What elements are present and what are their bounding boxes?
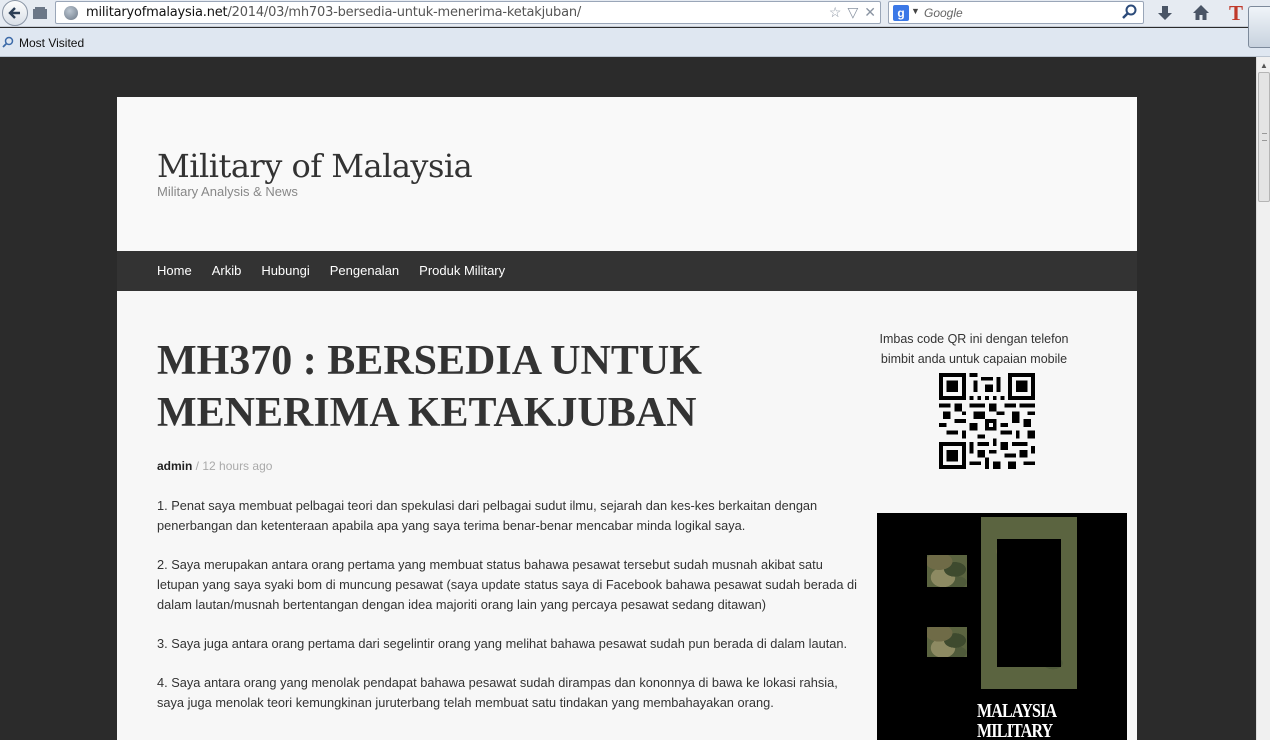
post-body: 1. Penat saya membuat pelbagai teori dan… [157,496,857,732]
site-tagline: Military Analysis & News [157,184,298,199]
camo-square-top-icon [927,555,967,587]
search-engine-icon[interactable]: g [893,5,909,21]
window-thumbnail-icon[interactable] [1248,6,1270,48]
extension-t-icon[interactable]: T [1229,1,1243,26]
camo-square-bottom-icon [927,627,967,657]
bookmark-star-icon[interactable]: ☆ [829,4,842,21]
home-icon[interactable] [1191,3,1211,23]
nav-arkib[interactable]: Arkib [212,251,242,291]
scroll-up-icon[interactable]: ▲ [1260,61,1268,70]
meta-separator: / [192,459,203,473]
nav-home[interactable]: Home [157,251,192,291]
post-paragraph: 3. Saya juga antara orang pertama dari s… [157,636,848,651]
post-meta: admin / 12 hours ago [157,459,272,473]
tab-groups-icon[interactable] [32,6,48,20]
bookmark-most-visited[interactable]: Most Visited [19,36,84,50]
post-paragraph: 2. Saya merupakan antara orang pertama y… [157,557,858,612]
search-icon[interactable] [1122,4,1138,20]
search-engine-dropdown-icon[interactable]: ▼ [911,6,920,16]
back-arrow-icon [8,7,20,19]
qr-code-icon [939,373,1035,469]
post-author[interactable]: admin [157,459,192,473]
stop-icon[interactable]: ✕ [864,4,876,21]
page-container: Military of Malaysia Military Analysis &… [117,97,1137,740]
bookmarks-bar: Most Visited [0,28,1270,57]
nav-hubungi[interactable]: Hubungi [261,251,309,291]
nav-produk-military[interactable]: Produk Military [419,251,505,291]
back-button[interactable] [2,0,28,26]
site-identity-icon[interactable] [64,6,78,20]
page-scrollbar[interactable]: ▲ [1256,57,1270,740]
search-bar[interactable]: g ▼ Google [888,1,1144,24]
sidebar: Imbas code QR ini dengan telefon bimbit … [877,329,1127,740]
downloads-icon[interactable] [1155,3,1175,23]
qr-caption: Imbas code QR ini dengan telefon bimbit … [879,332,1069,366]
most-visited-icon [2,36,14,48]
scroll-thumb[interactable] [1258,72,1270,202]
browser-toolbar: militaryofmalaysia.net/2014/03/mh703-ber… [0,0,1270,27]
post-title[interactable]: MH370 : BERSEDIA UNTUK MENERIMA KETAKJUB… [157,335,797,439]
post-time: 12 hours ago [202,459,273,473]
bracket-cutout [997,539,1061,667]
main-nav: Home Arkib Hubungi Pengenalan Produk Mil… [117,251,1137,291]
nav-pengenalan[interactable]: Pengenalan [330,251,399,291]
url-bar[interactable]: militaryofmalaysia.net/2014/03/mh703-ber… [55,1,881,24]
url-text[interactable]: militaryofmalaysia.net/2014/03/mh703-ber… [86,5,581,20]
post-paragraph: 4. Saya antara orang yang menolak pendap… [157,675,838,710]
malaysia-military-banner[interactable]: MALAYSIA MILITARY [877,513,1127,740]
history-dropdown-icon[interactable]: ▽ [847,4,858,21]
main-content: MH370 : BERSEDIA UNTUK MENERIMA KETAKJUB… [117,291,1137,740]
banner-text: MALAYSIA MILITARY [977,700,1056,740]
site-title[interactable]: Military of Malaysia [157,147,473,185]
search-input[interactable]: Google [924,6,963,20]
post-paragraph: 1. Penat saya membuat pelbagai teori dan… [157,498,818,533]
site-header: Military of Malaysia Military Analysis &… [117,97,1137,251]
